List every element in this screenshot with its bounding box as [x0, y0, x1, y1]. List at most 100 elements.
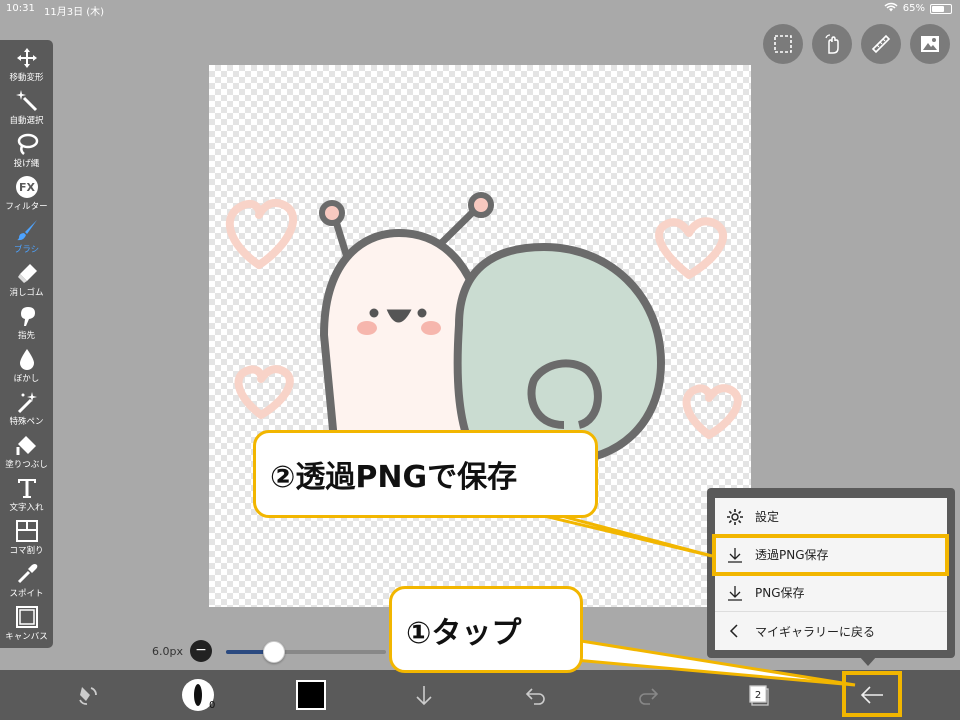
tool-label: 自動選択 [9, 116, 44, 126]
tool-label: 移動変形 [9, 73, 44, 83]
tool-finger[interactable]: 指先 [0, 304, 53, 346]
selection-icon [774, 35, 792, 53]
menu-item-save-png[interactable]: PNG保存 [715, 574, 947, 612]
tool-eraser[interactable]: 消しゴム [0, 261, 53, 303]
battery-percent: 65% [902, 3, 925, 14]
heart-right-top [655, 217, 728, 279]
tool-brush[interactable]: ブラシ [0, 218, 53, 260]
tool-panel[interactable]: コマ割り [0, 519, 53, 561]
callout-step2: ②透過PNGで保存 [253, 430, 598, 518]
download-button[interactable] [408, 670, 440, 720]
tool-lasso[interactable]: 投げ縄 [0, 132, 53, 174]
tool-label: ブラシ [13, 245, 40, 255]
layers-count: 2 [755, 690, 761, 701]
popup-pointer [859, 656, 877, 666]
tool-label: コマ割り [9, 546, 44, 556]
tool-label: 投げ縄 [13, 159, 40, 169]
menu-item-label: PNG保存 [755, 586, 805, 600]
callout-step1: ①タップ [389, 586, 583, 673]
tool-label: フィルター [5, 202, 48, 212]
rotate-icon [79, 687, 97, 705]
blur-drop-icon [19, 349, 34, 370]
menu-item-my-gallery[interactable]: マイギャラリーに戻る [715, 612, 947, 650]
menu-item-settings[interactable]: 設定 [715, 498, 947, 536]
tool-text[interactable]: 文字入れ [0, 476, 53, 518]
toolbox: 移動変形 自動選択 投げ縄 FX フィルター ブラシ 消しゴム 指先 ぼかし 特… [0, 40, 53, 648]
cheek-left [357, 321, 377, 335]
callout-step2-text: ②透過PNGで保存 [270, 460, 518, 495]
hand-gesture-icon [825, 34, 839, 54]
brush-size-minus-button[interactable]: − [190, 640, 212, 662]
brush-icon [16, 220, 37, 241]
top-right-buttons [763, 24, 950, 64]
tool-label: 文字入れ [9, 503, 44, 513]
ruler-button[interactable] [861, 24, 901, 64]
tool-special-pen[interactable]: 特殊ペン [0, 390, 53, 432]
special-pen-icon [17, 392, 37, 414]
color-swatch-button[interactable] [294, 670, 328, 720]
tool-label: 塗りつぶし [5, 460, 48, 470]
tool-label: 指先 [17, 331, 35, 341]
svg-text:FX: FX [19, 181, 36, 194]
brush-size-slider-knob[interactable] [263, 641, 285, 663]
lasso-icon [17, 133, 38, 155]
highlight-back-button [842, 671, 902, 717]
fx-filter-icon: FX [15, 176, 38, 198]
brush-preview-button[interactable]: 0 [180, 670, 216, 720]
bottom-toolbar: 0 2 [0, 670, 960, 720]
highlight-transparent-png [712, 534, 949, 576]
eraser-icon [17, 264, 37, 283]
cheek-right [421, 321, 441, 335]
magic-wand-icon [15, 90, 37, 112]
wifi-icon [884, 2, 898, 15]
tool-label: 特殊ペン [9, 417, 44, 427]
rotate-reset-button[interactable] [72, 670, 104, 720]
gear-icon [725, 507, 745, 527]
menu-item-label: 設定 [755, 510, 780, 524]
layers-icon: 2 [749, 685, 769, 706]
tool-label: スポイト [9, 589, 44, 599]
brush-opacity-label: 0 [209, 700, 215, 711]
text-icon [17, 479, 36, 498]
fill-bucket-icon [16, 436, 36, 455]
layers-button[interactable]: 2 [744, 670, 776, 720]
canvas-icon [15, 606, 38, 628]
undo-icon [525, 688, 545, 705]
heart-left-bottom [234, 365, 294, 419]
tool-label: ぼかし [13, 374, 40, 384]
redo-icon [639, 688, 659, 705]
color-swatch [296, 680, 326, 710]
selection-button[interactable] [763, 24, 803, 64]
battery-icon [930, 3, 952, 14]
redo-button[interactable] [632, 670, 664, 720]
undo-button[interactable] [520, 670, 552, 720]
eyedropper-icon [17, 564, 37, 584]
brush-preview-icon: 0 [182, 679, 215, 711]
chevron-left-icon [725, 621, 745, 641]
tool-auto-select[interactable]: 自動選択 [0, 89, 53, 131]
snail-eye-right [417, 308, 427, 318]
status-date: 11月3日 (木) [44, 7, 105, 18]
image-icon [921, 36, 939, 52]
snail-illustration [225, 192, 742, 464]
ruler-icon [871, 34, 891, 54]
antenna-tip-right [468, 192, 494, 218]
arrow-down-icon [416, 686, 432, 706]
image-button[interactable] [910, 24, 950, 64]
tool-move-transform[interactable]: 移動変形 [0, 46, 53, 88]
menu-item-label: マイギャラリーに戻る [755, 624, 876, 639]
tool-filter[interactable]: FX フィルター [0, 175, 53, 217]
finger-smudge-icon [20, 307, 35, 326]
heart-left-top [225, 199, 298, 269]
move-icon [16, 48, 37, 68]
gesture-button[interactable] [812, 24, 852, 64]
brush-size-label: 6.0px [152, 645, 183, 658]
tool-fill[interactable]: 塗りつぶし [0, 433, 53, 475]
heart-right-bottom [682, 384, 742, 439]
tool-eyedropper[interactable]: スポイト [0, 562, 53, 604]
brush-size-slider[interactable] [226, 641, 386, 663]
tool-blur[interactable]: ぼかし [0, 347, 53, 389]
snail-eye-left [369, 308, 379, 318]
antenna-tip-left [319, 200, 345, 226]
drawing-canvas[interactable] [209, 65, 751, 607]
